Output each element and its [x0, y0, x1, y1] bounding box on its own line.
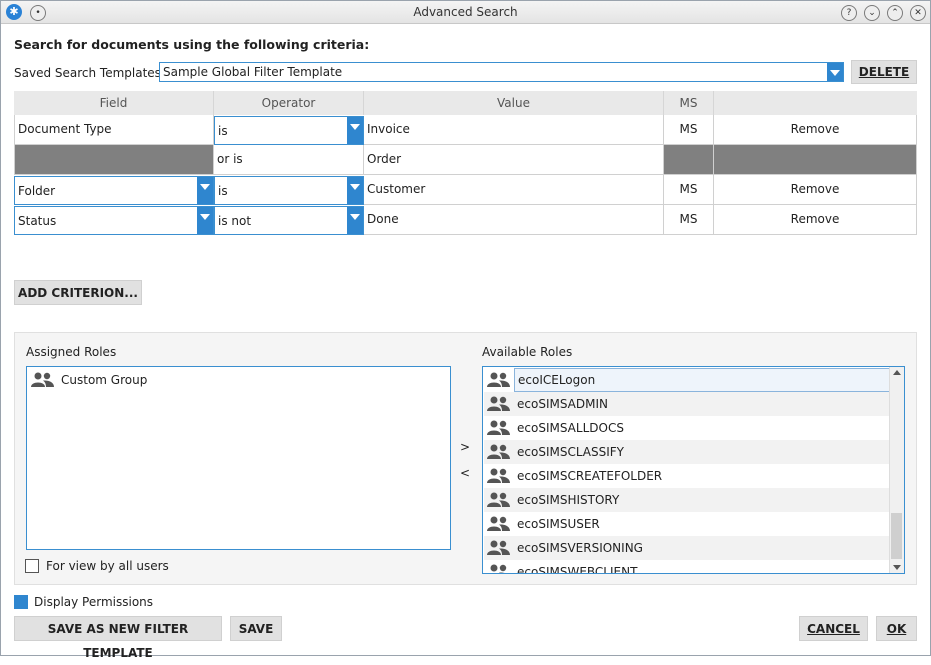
display-permissions-checkbox[interactable] — [14, 595, 28, 609]
view-all-checkbox[interactable] — [25, 559, 39, 573]
field-value: Folder — [18, 184, 56, 198]
criteria-heading: Search for documents using the following… — [14, 37, 370, 52]
operator-value: is — [218, 184, 228, 198]
table-row-value[interactable]: Invoice — [364, 115, 664, 145]
delete-button[interactable]: DELETE — [851, 60, 917, 84]
list-item[interactable]: ecoSIMSUSER — [484, 512, 889, 536]
group-icon — [487, 540, 510, 555]
remove-button[interactable]: Remove — [714, 175, 917, 205]
column-header-field: Field — [14, 91, 214, 115]
ms-button[interactable]: MS — [664, 115, 714, 145]
role-name: ecoSIMSCREATEFOLDER — [517, 469, 663, 483]
list-item[interactable]: ecoSIMSADMIN — [484, 392, 889, 416]
assigned-roles-label: Assigned Roles — [26, 345, 117, 359]
help-icon[interactable]: ? — [841, 5, 857, 21]
table-row-value[interactable]: Customer — [364, 175, 664, 205]
maximize-icon[interactable]: ⌃ — [887, 5, 903, 21]
group-icon — [487, 444, 510, 459]
role-name: Custom Group — [61, 373, 148, 387]
group-icon — [487, 372, 510, 387]
assigned-roles-list[interactable]: Custom Group — [26, 366, 451, 550]
column-header-ms: MS — [664, 91, 714, 115]
list-item[interactable]: ecoSIMSCLASSIFY — [484, 440, 889, 464]
action-cell-disabled — [714, 145, 917, 175]
permissions-panel: Assigned Roles Custom Group For view by … — [14, 332, 917, 585]
saved-templates-label: Saved Search Templates: — [14, 66, 165, 80]
chevron-down-icon[interactable] — [347, 177, 363, 204]
operator-value: is — [218, 124, 228, 138]
scrollbar-thumb[interactable] — [891, 513, 902, 559]
saved-templates-select[interactable]: Sample Global Filter Template — [159, 62, 844, 82]
view-all-label: For view by all users — [46, 559, 169, 573]
role-name: ecoSIMSWEBCLIENT — [517, 565, 638, 574]
role-name: ecoSIMSALLDOCS — [517, 421, 624, 435]
role-name: ecoSIMSADMIN — [517, 397, 608, 411]
list-item[interactable]: ecoSIMSWEBCLIENT — [484, 560, 889, 574]
list-item[interactable]: ecoSIMSVERSIONING — [484, 536, 889, 560]
scrollbar[interactable] — [889, 367, 904, 573]
group-icon — [31, 372, 54, 387]
operator-select[interactable]: is not — [214, 206, 364, 235]
save-as-new-template-button[interactable]: SAVE AS NEW FILTER TEMPLATE — [14, 616, 222, 660]
role-name: ecoSIMSVERSIONING — [517, 541, 643, 555]
save-button[interactable]: SAVE — [230, 616, 282, 641]
display-permissions-label: Display Permissions — [34, 595, 154, 609]
chevron-down-icon[interactable] — [347, 117, 363, 144]
ms-button[interactable]: MS — [664, 205, 714, 235]
column-header-action — [714, 91, 917, 115]
chevron-down-icon[interactable] — [347, 207, 363, 234]
column-header-operator: Operator — [214, 91, 364, 115]
list-item[interactable]: ecoSIMSHISTORY — [484, 488, 889, 512]
close-icon[interactable]: ✕ — [910, 5, 926, 21]
move-left-button[interactable]: < — [460, 466, 470, 480]
list-item[interactable]: ecoICELogon — [484, 368, 892, 392]
table-row-field-disabled — [14, 145, 214, 175]
group-icon — [487, 468, 510, 483]
role-name: ecoICELogon — [514, 368, 892, 392]
ms-button[interactable]: MS — [664, 175, 714, 205]
window-title: Advanced Search — [413, 5, 518, 19]
title-bar: ✱ • Advanced Search ? ⌄ ⌃ ✕ — [1, 1, 930, 24]
list-item[interactable]: ecoSIMSCREATEFOLDER — [484, 464, 889, 488]
group-icon — [490, 564, 507, 573]
remove-button[interactable]: Remove — [714, 115, 917, 145]
add-criterion-button[interactable]: ADD CRITERION... — [14, 280, 142, 305]
role-name: ecoSIMSUSER — [517, 517, 600, 531]
list-item[interactable]: ecoSIMSALLDOCS — [484, 416, 889, 440]
available-roles-label: Available Roles — [482, 345, 573, 359]
scroll-down-icon[interactable] — [893, 565, 901, 570]
role-name: ecoSIMSHISTORY — [517, 493, 620, 507]
ms-cell-disabled — [664, 145, 714, 175]
column-header-value: Value — [364, 91, 664, 115]
cancel-button[interactable]: CANCEL — [799, 616, 868, 641]
list-item[interactable]: Custom Group — [28, 368, 448, 392]
scroll-up-icon[interactable] — [893, 370, 901, 375]
table-row-field: Document Type — [14, 115, 214, 145]
remove-button[interactable]: Remove — [714, 205, 917, 235]
operator-select[interactable]: is — [214, 176, 364, 205]
saved-templates-value: Sample Global Filter Template — [163, 65, 343, 79]
operator-select[interactable]: is — [214, 116, 364, 145]
table-row-value[interactable]: Order — [364, 145, 664, 175]
field-select[interactable]: Folder — [14, 176, 214, 205]
operator-value: is not — [218, 214, 252, 228]
field-select[interactable]: Status — [14, 206, 214, 235]
move-right-button[interactable]: > — [460, 440, 470, 454]
role-name: ecoSIMSCLASSIFY — [517, 445, 625, 459]
group-icon — [487, 396, 510, 411]
operator-label: or is — [214, 145, 364, 175]
available-roles-list[interactable]: ecoICELogon ecoSIMSADMIN ecoSIMSALLDOCS … — [482, 366, 905, 574]
chevron-down-icon[interactable] — [827, 63, 843, 81]
ok-button[interactable]: OK — [876, 616, 917, 641]
field-value: Status — [18, 214, 57, 228]
table-row-value[interactable]: Done — [364, 205, 664, 235]
group-icon — [487, 420, 510, 435]
group-icon — [487, 516, 510, 531]
group-icon — [487, 492, 510, 507]
minimize-icon[interactable]: ⌄ — [864, 5, 880, 21]
chevron-down-icon[interactable] — [197, 177, 213, 204]
chevron-down-icon[interactable] — [197, 207, 213, 234]
